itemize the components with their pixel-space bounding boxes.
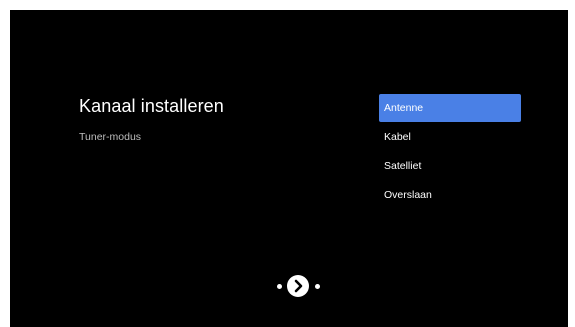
previous-dot-icon (277, 284, 282, 289)
next-button[interactable] (287, 275, 309, 297)
page-subtitle: Tuner-modus (79, 131, 142, 143)
tv-screen: Kanaal installeren Tuner-modus Antenne K… (10, 10, 568, 327)
tuner-mode-menu: Antenne Kabel Satelliet Overslaan (379, 94, 521, 210)
menu-item-antenne[interactable]: Antenne (379, 94, 521, 122)
chevron-right-icon (294, 279, 303, 293)
menu-item-satelliet[interactable]: Satelliet (379, 152, 521, 180)
menu-item-overslaan[interactable]: Overslaan (379, 181, 521, 209)
next-dot-icon (315, 284, 320, 289)
menu-item-kabel[interactable]: Kabel (379, 123, 521, 151)
page-navigation (274, 274, 322, 298)
page-title: Kanaal installeren (79, 96, 224, 116)
